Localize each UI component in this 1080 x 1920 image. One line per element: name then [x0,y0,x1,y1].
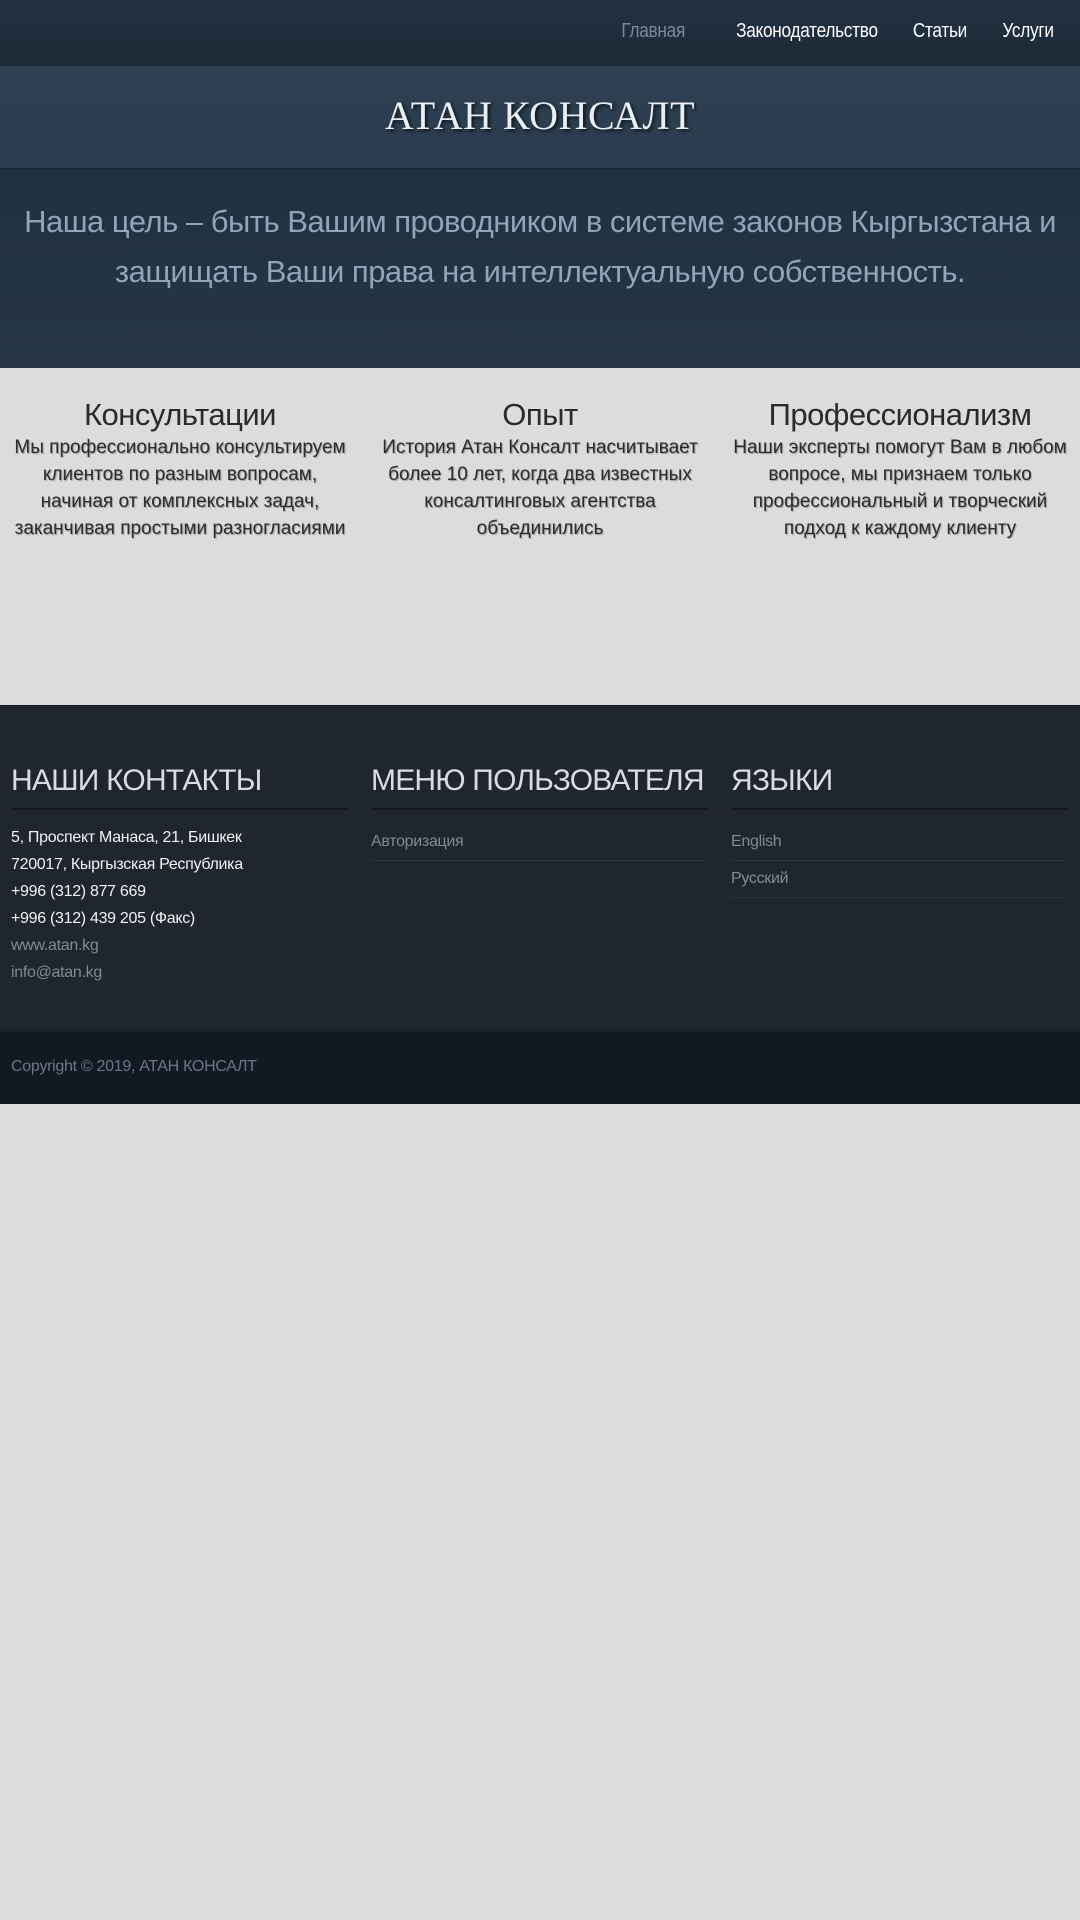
feature-text: Мы профессионально консультируем клиенто… [14,437,346,539]
login-link[interactable]: Авторизация [371,824,707,861]
top-navigation: Главная Законодательство Статьи Услуги [0,0,1080,66]
contacts-list: 5, Проспект Манаса, 21, Бишкек 720017, К… [11,824,347,986]
website-link[interactable]: www.atan.kg [11,932,347,959]
language-russian-link[interactable]: Русский [731,861,1067,898]
main-menu: Главная Законодательство Статьи Услуги [611,20,1054,43]
feature-experience: Опыт История Атан Консалт насчитывает бо… [365,396,715,542]
nav-item-services[interactable]: Услуги [1003,20,1055,43]
user-menu-list: Авторизация [371,824,707,861]
feature-title: Консультации [83,397,277,432]
user-menu-heading: МЕНЮ ПОЛЬЗОВАТЕЛЯ [371,764,707,810]
feature-professionalism: Профессионализм Наши эксперты помогут Ва… [725,396,1075,542]
footer-user-menu: МЕНЮ ПОЛЬЗОВАТЕЛЯ Авторизация [371,764,707,861]
address-line: 720017, Кыргызская Республика [11,856,243,873]
fax-number: +996 (312) 439 205 (Факс) [11,910,195,927]
phone-number: +996 (312) 877 669 [11,883,146,900]
footer: НАШИ КОНТАКТЫ 5, Проспект Манаса, 21, Би… [0,705,1080,1030]
features-section: Консультации Мы профессионально консульт… [0,368,1080,705]
languages-list: English Русский [731,824,1067,898]
language-english-link[interactable]: English [731,824,1067,861]
footer-contacts: НАШИ КОНТАКТЫ 5, Проспект Манаса, 21, Би… [11,764,347,986]
feature-title: Профессионализм [768,397,1032,432]
copyright-text: Copyright © 2019, АТАН КОНСАЛТ [11,1058,257,1075]
title-band: АТАН КОНСАЛТ [0,66,1080,169]
site-title[interactable]: АТАН КОНСАЛТ [0,92,1080,139]
nav-item-legislation[interactable]: Законодательство [736,20,878,43]
copyright-bar: Copyright © 2019, АТАН КОНСАЛТ [0,1030,1080,1104]
feature-consultations: Консультации Мы профессионально консульт… [5,396,355,542]
nav-item-articles[interactable]: Статьи [913,20,967,43]
feature-text: История Атан Консалт насчитывает более 1… [382,437,698,539]
email-link[interactable]: info@atan.kg [11,959,347,986]
languages-heading: ЯЗЫКИ [731,764,1067,810]
nav-item-home[interactable]: Главная [622,20,686,43]
contacts-heading: НАШИ КОНТАКТЫ [11,764,347,810]
hero-tagline: Наша цель – быть Вашим проводником в сис… [24,204,1056,289]
hero-section: Наша цель – быть Вашим проводником в сис… [0,169,1080,368]
footer-languages: ЯЗЫКИ English Русский [731,764,1067,898]
address-line: 5, Проспект Манаса, 21, Бишкек [11,829,242,846]
feature-text: Наши эксперты помогут Вам в любом вопрос… [733,437,1067,539]
feature-title: Опыт [502,397,578,432]
